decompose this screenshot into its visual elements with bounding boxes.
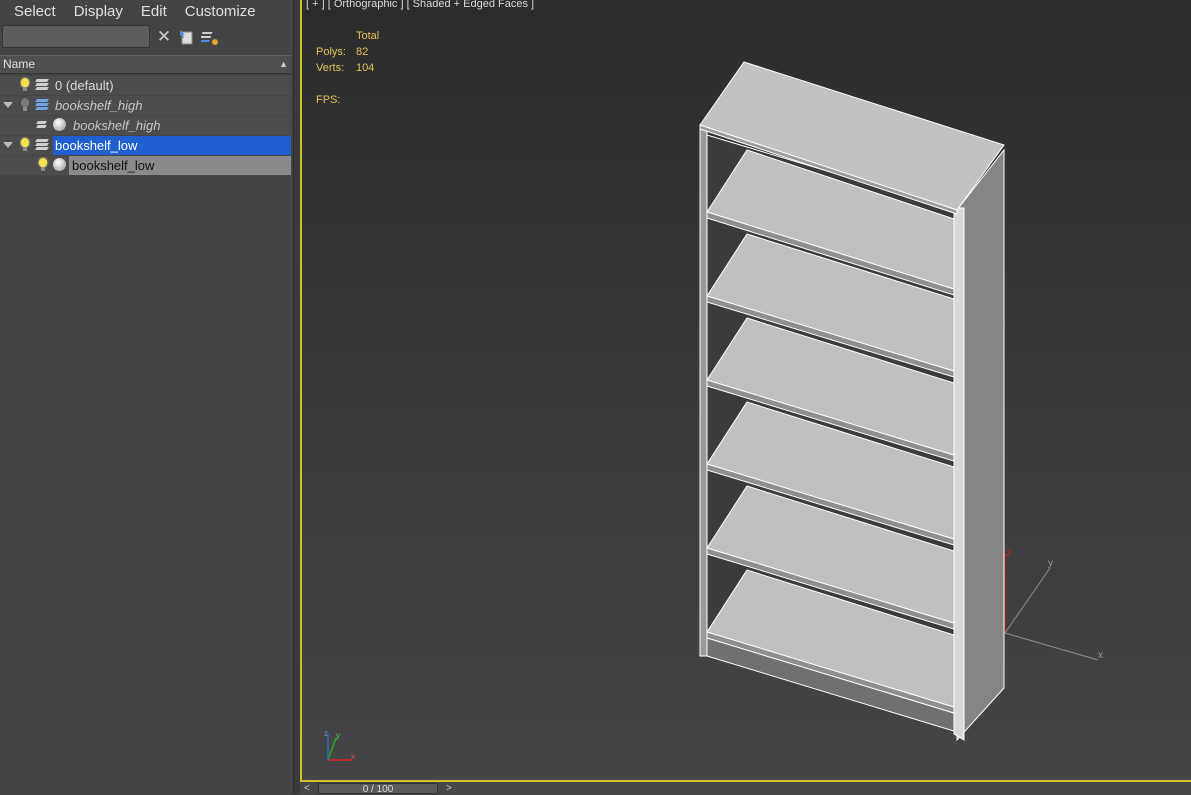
layer-icon [35, 99, 49, 111]
expand-arrow-icon[interactable] [3, 102, 13, 108]
tree-row-object-bookshelf-low[interactable]: bookshelf_low [0, 156, 291, 176]
menu-display[interactable]: Display [65, 0, 132, 24]
sort-ascending-icon[interactable]: ▲ [279, 56, 288, 73]
svg-text:z: z [324, 729, 328, 738]
column-header-name[interactable]: Name ▲ [0, 55, 291, 74]
tree-item-label: bookshelf_low [72, 158, 155, 173]
world-axis-y-label: y [1048, 558, 1053, 569]
light-bulb-icon[interactable] [21, 78, 29, 91]
column-header-label: Name [3, 57, 36, 71]
tree-row-object-bookshelf-high[interactable]: bookshelf_high [0, 116, 291, 136]
world-axis-z-label: z [1006, 548, 1011, 559]
object-sphere-icon [53, 158, 66, 171]
world-axis-x-label: x [1098, 650, 1103, 661]
layer-icon [35, 139, 49, 151]
menu-customize[interactable]: Customize [176, 0, 265, 24]
expand-arrow-icon[interactable] [3, 142, 13, 148]
light-bulb-icon[interactable] [39, 158, 47, 171]
close-icon[interactable]: ✕ [155, 27, 173, 46]
explorer-toolbar: ✕ [0, 25, 293, 51]
layers-manager-icon[interactable] [201, 28, 219, 46]
select-objects-icon[interactable] [178, 28, 196, 46]
tree-item-label: bookshelf_high [73, 118, 161, 133]
tree-row-layer-bookshelf-low[interactable]: bookshelf_low [0, 136, 291, 156]
scene-explorer: Select Display Edit Customize ✕ Name ▲ 0… [0, 0, 293, 794]
viewport-perspective[interactable]: [ + ] [ Orthographic ] [ Shaded + Edged … [300, 0, 1191, 782]
object-sphere-icon [53, 118, 66, 131]
timeline-prev-button[interactable]: < [304, 783, 310, 794]
time-slider[interactable]: 0 / 100 [318, 783, 438, 795]
svg-text:x: x [351, 752, 355, 761]
axis-tripod-icon: z y x [324, 729, 355, 761]
time-slider-bar: < 0 / 100 > [300, 783, 1191, 795]
menu-select[interactable]: Select [0, 0, 65, 24]
world-axis-gizmo [1004, 553, 1099, 661]
tree-item-label: bookshelf_low [55, 138, 138, 153]
menu-edit[interactable]: Edit [132, 0, 176, 24]
search-input[interactable] [2, 25, 150, 48]
tree-item-label: bookshelf_high [55, 98, 143, 113]
timeline-next-button[interactable]: > [446, 783, 452, 794]
menu-bar: Select Display Edit Customize [0, 0, 293, 24]
tree-row-default-layer[interactable]: 0 (default) [0, 76, 291, 96]
svg-text:y: y [336, 731, 340, 740]
layer-icon [36, 119, 49, 131]
tree-item-label: 0 (default) [55, 78, 114, 93]
light-bulb-icon[interactable] [21, 98, 29, 111]
layer-icon [35, 79, 49, 91]
light-bulb-icon[interactable] [21, 138, 29, 151]
tree-row-layer-bookshelf-high[interactable]: bookshelf_high [0, 96, 291, 116]
